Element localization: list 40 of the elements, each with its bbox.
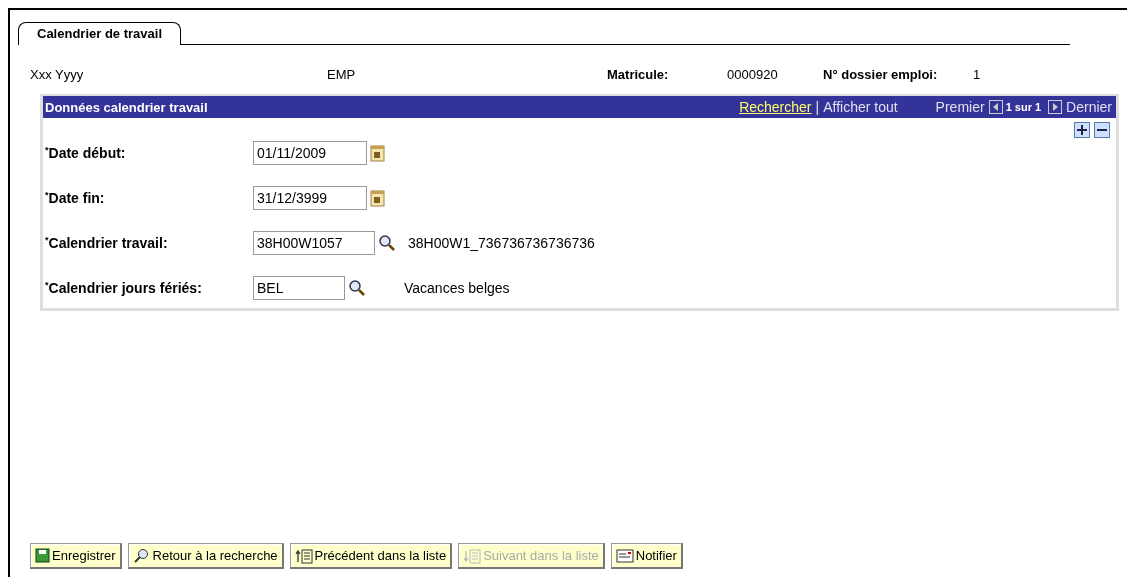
id-label: Matricule: [607, 67, 670, 82]
panel-title: Données calendrier travail [45, 99, 209, 115]
up-arrow-list-icon [294, 547, 313, 564]
search-icon[interactable] [378, 233, 396, 252]
search-link[interactable]: Rechercher [739, 99, 812, 115]
separator: | [815, 99, 820, 115]
field-description: 38H00W1_736736736736736 [407, 234, 596, 251]
toolbar-button[interactable]: Enregistrer [30, 543, 122, 569]
employee-type: EMP [327, 67, 357, 82]
toolbar-button[interactable]: Notifier [610, 543, 683, 569]
add-row-icon[interactable] [1074, 122, 1090, 138]
page-counter: 1 sur 1 [1005, 101, 1042, 113]
search-icon[interactable] [348, 278, 366, 297]
field-label: *Calendrier jours fériés: [44, 279, 203, 296]
first-label: Premier [935, 99, 985, 115]
last-label: Dernier [1066, 99, 1112, 115]
field-label: *Date fin: [44, 189, 106, 206]
input-field[interactable]: BEL [253, 275, 345, 300]
next-icon[interactable] [1048, 100, 1063, 114]
search-icon [132, 547, 151, 564]
delete-row-icon[interactable] [1094, 122, 1110, 138]
toolbar-button[interactable]: Précédent dans la liste [289, 543, 453, 569]
previous-icon[interactable] [988, 100, 1003, 114]
input-field[interactable]: 38H00W1057 [253, 230, 375, 255]
id-value: 0000920 [727, 67, 779, 82]
record-value: 1 [973, 67, 982, 82]
field-label: *Date début: [44, 144, 127, 161]
calendar-icon[interactable] [370, 143, 386, 162]
toolbar-button[interactable]: Retour à la recherche [127, 543, 284, 569]
input-field[interactable]: 31/12/3999 [253, 185, 367, 210]
employee-name: Xxx Yyyy [30, 67, 85, 82]
show-all-link[interactable]: Afficher tout [823, 99, 898, 115]
field-description: Vacances belges [403, 279, 511, 296]
tab[interactable]: Calendrier de travail [18, 22, 181, 45]
field-label: *Calendrier travail: [44, 234, 169, 251]
input-field[interactable]: 01/11/2009 [253, 140, 367, 165]
down-arrow-list-icon [463, 547, 482, 564]
calendar-icon[interactable] [370, 188, 386, 207]
note-icon [615, 548, 634, 563]
record-label: N° dossier emploi: [823, 67, 939, 82]
